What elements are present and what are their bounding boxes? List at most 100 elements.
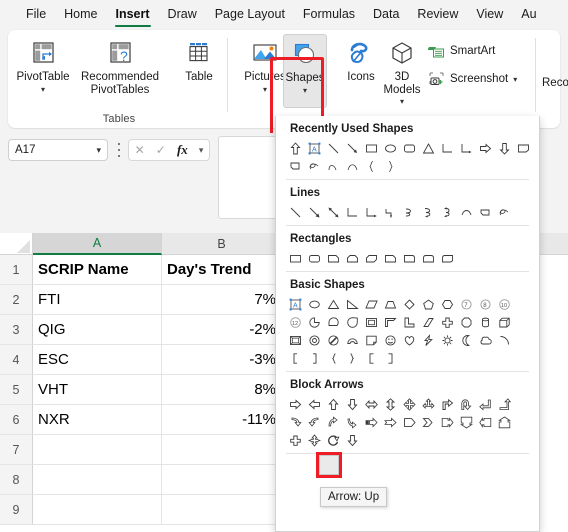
shape-row[interactable]: A 7 8 10: [276, 295, 539, 313]
cell-a6[interactable]: NXR: [33, 405, 162, 435]
cell-a2[interactable]: FTI: [33, 285, 162, 315]
shape-half-frame[interactable]: [381, 313, 400, 331]
shape-arc-2[interactable]: [495, 331, 514, 349]
shape-left-brace[interactable]: [324, 349, 343, 367]
shape-down-arrow-callout[interactable]: [457, 413, 476, 431]
shape-pie[interactable]: [305, 313, 324, 331]
shape-down-arrow[interactable]: [495, 139, 514, 157]
shape-left-up-arrow[interactable]: [476, 395, 495, 413]
shape-u-turn-arrow[interactable]: [457, 395, 476, 413]
shape-right-brace[interactable]: [381, 157, 400, 175]
shape-row[interactable]: [276, 395, 539, 413]
tab-page-layout[interactable]: Page Layout: [206, 1, 294, 27]
chevron-down-icon[interactable]: ▾: [199, 145, 204, 156]
cell-a9[interactable]: [33, 495, 162, 525]
shape-row[interactable]: [276, 331, 539, 349]
shape-freeform[interactable]: [476, 203, 495, 221]
row-header-1[interactable]: 1: [0, 255, 33, 285]
shape-donut[interactable]: [305, 331, 324, 349]
shape-right-bracket-2[interactable]: [381, 349, 400, 367]
shape-l-shape[interactable]: [400, 313, 419, 331]
row-header-4[interactable]: 4: [0, 345, 33, 375]
cell-b9[interactable]: [162, 495, 282, 525]
table-button[interactable]: Table: [168, 34, 230, 108]
chevron-down-icon[interactable]: ▾: [513, 75, 517, 84]
shape-diamond[interactable]: [400, 295, 419, 313]
shape-curved-down-arrow[interactable]: [343, 413, 362, 431]
shape-oval[interactable]: [381, 139, 400, 157]
shape-triangle[interactable]: [419, 139, 438, 157]
tab-home[interactable]: Home: [55, 1, 106, 27]
shape-can[interactable]: [476, 313, 495, 331]
shape-line-arrow[interactable]: [305, 203, 324, 221]
shape-line[interactable]: [324, 139, 343, 157]
cell-a3[interactable]: QIG: [33, 315, 162, 345]
shape-trapezoid[interactable]: [381, 295, 400, 313]
shape-elbow-connector[interactable]: [438, 139, 457, 157]
shape-rectangle[interactable]: [286, 249, 305, 267]
row-header-6[interactable]: 6: [0, 405, 33, 435]
cell-b5[interactable]: 8%: [162, 375, 282, 405]
shape-decagon[interactable]: 10: [495, 295, 514, 313]
tab-draw[interactable]: Draw: [159, 1, 206, 27]
shape-snip-diagonal-corner-rectangle[interactable]: [362, 249, 381, 267]
shape-scribble[interactable]: [305, 157, 324, 175]
shape-bent-arrow[interactable]: [438, 395, 457, 413]
row-header-8[interactable]: 8: [0, 465, 33, 495]
shape-row[interactable]: [276, 203, 539, 221]
chevron-down-icon[interactable]: ▾: [400, 97, 404, 106]
shape-round-same-side-corner-rectangle[interactable]: [419, 249, 438, 267]
cell-a5[interactable]: VHT: [33, 375, 162, 405]
shape-left-brace[interactable]: [362, 157, 381, 175]
tab-data[interactable]: Data: [364, 1, 408, 27]
formula-bar-grip[interactable]: [116, 143, 122, 157]
shape-line[interactable]: [286, 203, 305, 221]
shape-arrow-up-down[interactable]: [381, 395, 400, 413]
shape-curved-left-arrow[interactable]: [305, 413, 324, 431]
tab-view[interactable]: View: [467, 1, 512, 27]
shape-parallelogram[interactable]: [362, 295, 381, 313]
shapes-dropdown-panel[interactable]: Recently Used Shapes A Lines Rectangles …: [275, 116, 540, 532]
row-header-7[interactable]: 7: [0, 435, 33, 465]
shape-arrow-down[interactable]: [343, 395, 362, 413]
shape-cross-arrow[interactable]: [286, 431, 305, 449]
shape-lightning-bolt[interactable]: [419, 331, 438, 349]
row-header-3[interactable]: 3: [0, 315, 33, 345]
shape-row[interactable]: [276, 249, 539, 267]
shape-connector-elbow-double[interactable]: [381, 203, 400, 221]
shape-curve[interactable]: [457, 203, 476, 221]
shape-heptagon[interactable]: 7: [457, 295, 476, 313]
shape-down-arrow-2[interactable]: [343, 431, 362, 449]
shape-arrow-up[interactable]: [324, 395, 343, 413]
cell-b1[interactable]: Day's Trend: [162, 255, 282, 285]
shape-arrow-left-right-up[interactable]: [419, 395, 438, 413]
shape-text-box[interactable]: A: [286, 295, 305, 313]
shape-scribble[interactable]: [495, 203, 514, 221]
shape-octagon[interactable]: 8: [476, 295, 495, 313]
row-header-2[interactable]: 2: [0, 285, 33, 315]
tab-insert[interactable]: Insert: [107, 1, 159, 27]
shape-left-bracket-2[interactable]: [362, 349, 381, 367]
shape-curved-up-arrow[interactable]: [324, 413, 343, 431]
shape-curved-connector[interactable]: [400, 203, 419, 221]
shape-pentagon[interactable]: [419, 295, 438, 313]
shape-left-arrow-callout[interactable]: [476, 413, 495, 431]
shape-teardrop[interactable]: [343, 313, 362, 331]
shape-chevron[interactable]: [419, 413, 438, 431]
cell-b8[interactable]: [162, 465, 282, 495]
shape-round-single-corner-rectangle[interactable]: [400, 249, 419, 267]
shape-bent-up-arrow[interactable]: [495, 395, 514, 413]
shape-arrow-left-right[interactable]: [362, 395, 381, 413]
shape-folded-corner[interactable]: [362, 331, 381, 349]
shape-snip-same-side-corner-rectangle[interactable]: [343, 249, 362, 267]
column-header-a[interactable]: A: [33, 233, 162, 255]
tab-review[interactable]: Review: [408, 1, 467, 27]
shape-rectangle[interactable]: [362, 139, 381, 157]
shape-right-arrow-callout[interactable]: [438, 413, 457, 431]
shape-curved-connector-arrow[interactable]: [419, 203, 438, 221]
cell-b7[interactable]: [162, 435, 282, 465]
shape-pentagon-arrow[interactable]: [400, 413, 419, 431]
shape-arc[interactable]: [343, 157, 362, 175]
shape-row[interactable]: [276, 157, 539, 175]
shape-block-arc[interactable]: [343, 331, 362, 349]
